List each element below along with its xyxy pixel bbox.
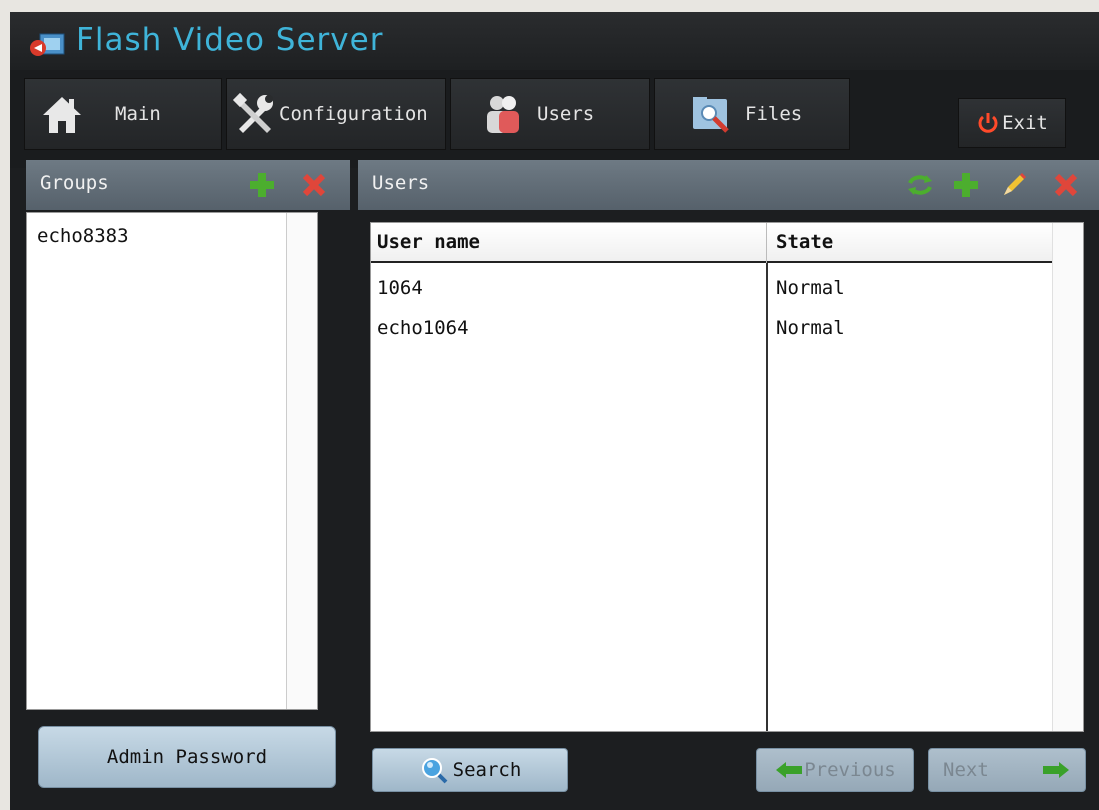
previous-button[interactable]: Previous (756, 748, 914, 792)
next-button[interactable]: Next (928, 748, 1086, 792)
edit-user-icon[interactable] (1000, 171, 1028, 199)
search-icon (421, 758, 448, 784)
main-toolbar: Main Configuration Users Files Exit (10, 70, 1099, 168)
users-icon (487, 96, 519, 133)
nav-files-label: Files (745, 103, 803, 125)
search-label: Search (452, 759, 522, 781)
users-table: User name State 1064 Normal echo1064 Nor… (370, 222, 1084, 732)
nav-users-label: Users (537, 103, 595, 125)
tools-icon (232, 92, 273, 133)
delete-group-icon[interactable] (300, 171, 328, 199)
column-header-user-name[interactable]: User name (377, 231, 480, 253)
title-bar: Flash Video Server (10, 12, 1099, 70)
nav-main-label: Main (115, 103, 161, 125)
power-icon (978, 113, 998, 133)
column-header-state[interactable]: State (776, 231, 833, 253)
arrow-right-icon (1043, 762, 1069, 778)
users-panel-header: Users (358, 160, 1099, 210)
column-divider[interactable] (766, 223, 767, 263)
app-window: Flash Video Server Main Configuration Us… (10, 12, 1099, 810)
arrow-left-icon (776, 762, 803, 778)
nav-configuration-label: Configuration (279, 103, 428, 125)
users-table-header: User name State (371, 223, 1053, 263)
group-list-item[interactable]: echo8383 (37, 225, 129, 247)
table-row[interactable]: echo1064 Normal (371, 307, 1053, 347)
cell-user-name: 1064 (377, 277, 423, 299)
groups-list[interactable]: echo8383 (26, 212, 318, 710)
previous-label: Previous (804, 759, 896, 781)
exit-button[interactable]: Exit (958, 98, 1066, 148)
delete-user-icon[interactable] (1052, 171, 1080, 199)
home-icon (43, 97, 81, 133)
refresh-icon[interactable] (906, 171, 934, 199)
app-title: Flash Video Server (76, 22, 384, 58)
cell-user-name: echo1064 (377, 317, 469, 339)
exit-label: Exit (1002, 112, 1048, 134)
add-group-icon[interactable] (248, 171, 276, 199)
nav-files-button[interactable]: Files (654, 78, 850, 150)
nav-configuration-button[interactable]: Configuration (226, 78, 446, 150)
groups-scrollbar[interactable] (286, 213, 317, 709)
users-title: Users (372, 172, 430, 194)
nav-main-button[interactable]: Main (24, 78, 222, 150)
search-button[interactable]: Search (372, 748, 568, 792)
app-logo-icon (30, 33, 65, 56)
groups-panel-header: Groups (26, 160, 350, 210)
cell-state: Normal (776, 317, 845, 339)
table-row[interactable]: 1064 Normal (371, 267, 1053, 307)
groups-title: Groups (40, 172, 109, 194)
nav-users-button[interactable]: Users (450, 78, 650, 150)
next-label: Next (943, 759, 989, 781)
files-icon (693, 97, 729, 133)
add-user-icon[interactable] (952, 171, 980, 199)
users-scrollbar[interactable] (1052, 223, 1083, 731)
admin-password-button[interactable]: Admin Password (38, 726, 336, 788)
cell-state: Normal (776, 277, 845, 299)
